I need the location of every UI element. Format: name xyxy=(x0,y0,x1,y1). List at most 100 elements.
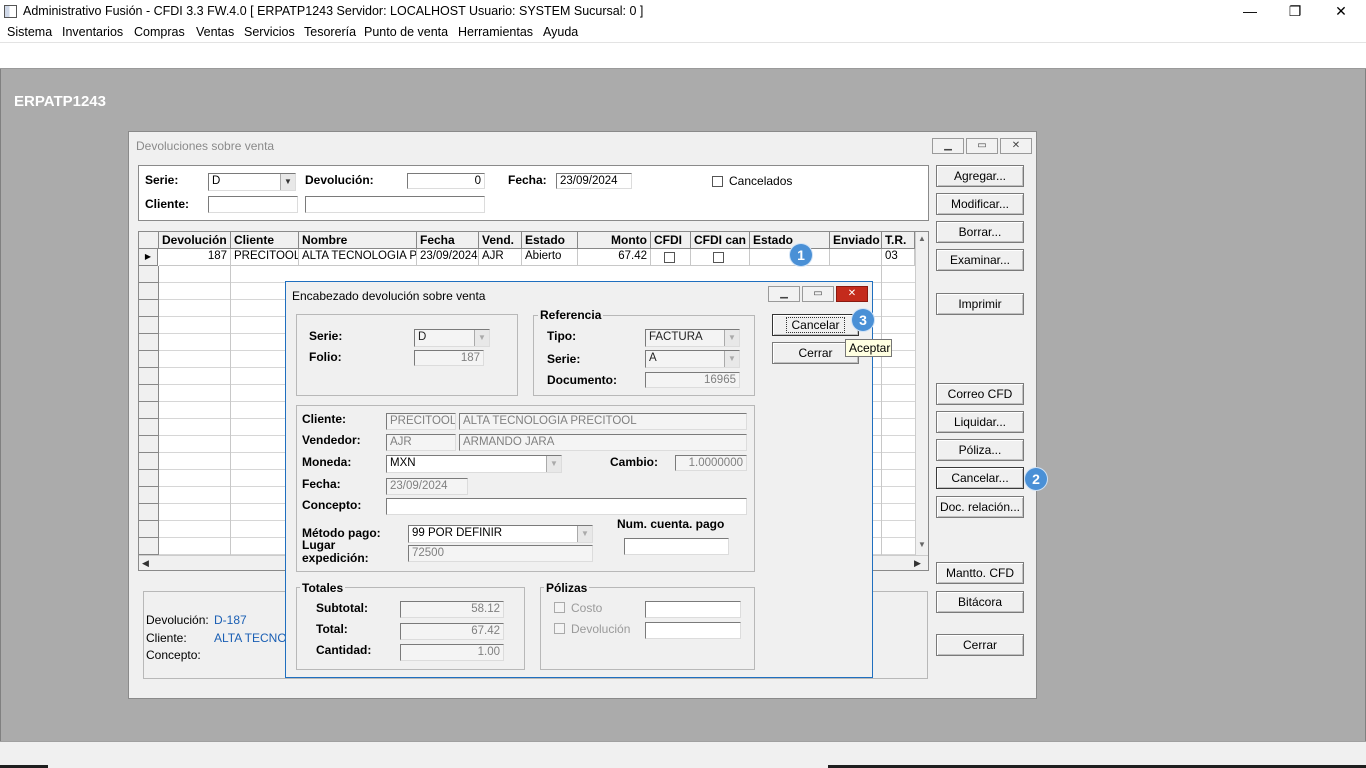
encabezado-maximize-button[interactable]: ▭ xyxy=(802,286,834,302)
cfdi-checkbox[interactable] xyxy=(664,252,675,263)
cliente-code-input[interactable] xyxy=(208,196,298,213)
menu-punto-de-venta[interactable]: Punto de venta xyxy=(364,25,448,39)
costo-label: Costo xyxy=(571,601,603,615)
col-header-devolucion[interactable]: Devolución xyxy=(159,232,231,249)
cell-estado[interactable]: Abierto xyxy=(522,249,578,266)
maximize-button[interactable]: ❐ xyxy=(1272,0,1318,22)
enc-metodo-combo[interactable]: 99 POR DEFINIR ▼ xyxy=(408,525,593,543)
cancelar-devolucion-button[interactable]: Cancelar... xyxy=(936,467,1024,489)
enc-cliente-label: Cliente: xyxy=(302,412,347,426)
devolucion-poliza-label: Devolución xyxy=(571,622,631,636)
devolucion-input[interactable]: 0 xyxy=(407,173,485,189)
cliente-label: Cliente: xyxy=(145,197,190,211)
cliente-name-input[interactable] xyxy=(305,196,485,213)
menu-ventas[interactable]: Ventas xyxy=(196,25,234,39)
col-header-vend[interactable]: Vend. xyxy=(479,232,522,249)
chevron-down-icon[interactable]: ▼ xyxy=(546,456,561,472)
agregar-button[interactable]: Agregar... xyxy=(936,165,1024,187)
summary-cliente-label: Cliente: xyxy=(146,631,187,645)
col-header-fecha[interactable]: Fecha xyxy=(417,232,479,249)
costo-poliza-input[interactable] xyxy=(645,601,741,618)
encabezado-dialog-title: Encabezado devolución sobre venta xyxy=(292,289,486,303)
devolucion-label: Devolución: xyxy=(305,173,374,187)
enc-concepto-input[interactable] xyxy=(386,498,747,515)
menu-inventarios[interactable]: Inventarios xyxy=(62,25,123,39)
examinar-button[interactable]: Examinar... xyxy=(936,249,1024,271)
encabezado-close-button[interactable]: ✕ xyxy=(836,286,868,302)
subtotal-input: 58.12 xyxy=(400,601,504,618)
modificar-button[interactable]: Modificar... xyxy=(936,193,1024,215)
col-header-estado[interactable]: Estado xyxy=(522,232,578,249)
summary-concepto-label: Concepto: xyxy=(146,648,201,662)
menu-herramientas[interactable]: Herramientas xyxy=(458,25,533,39)
enc-cambio-label: Cambio: xyxy=(610,455,658,469)
bitacora-button[interactable]: Bitácora xyxy=(936,591,1024,613)
toolbar-strip xyxy=(0,43,1366,69)
cancelados-checkbox[interactable] xyxy=(712,176,723,187)
col-header-cfdi[interactable]: CFDI xyxy=(651,232,691,249)
col-header-monto[interactable]: Monto xyxy=(578,232,651,249)
col-header-cliente[interactable]: Cliente xyxy=(231,232,299,249)
cell-fecha[interactable]: 23/09/2024 xyxy=(417,249,479,266)
company-label: ERPATP1243 xyxy=(14,93,106,110)
encabezado-minimize-button[interactable]: ▁ xyxy=(768,286,800,302)
devoluciones-close-button[interactable]: ✕ xyxy=(1000,138,1032,154)
poliza-button[interactable]: Póliza... xyxy=(936,439,1024,461)
cell-devolucion[interactable]: 187 xyxy=(159,249,231,266)
cell-cfdi-can[interactable] xyxy=(691,249,750,266)
enc-serie-label: Serie: xyxy=(309,329,343,343)
chevron-down-icon[interactable]: ▼ xyxy=(280,174,295,190)
cell-nombre[interactable]: ALTA TECNOLOGIA PRECITOOL xyxy=(299,249,417,266)
enc-cliente-name: ALTA TECNOLOGIA PRECITOOL xyxy=(459,413,747,430)
fecha-input[interactable]: 23/09/2024 xyxy=(556,173,632,189)
cell-vend[interactable]: AJR xyxy=(479,249,522,266)
liquidar-button[interactable]: Liquidar... xyxy=(936,411,1024,433)
chevron-down-icon: ▼ xyxy=(724,330,739,346)
col-header-enviado[interactable]: Enviado xyxy=(830,232,882,249)
fecha-label: Fecha: xyxy=(508,173,547,187)
menu-servicios[interactable]: Servicios xyxy=(244,25,295,39)
menu-bar: Sistema Inventarios Compras Ventas Servi… xyxy=(0,23,1366,43)
cell-tr[interactable]: 03 xyxy=(882,249,915,266)
minimize-button[interactable]: — xyxy=(1227,0,1273,22)
menu-ayuda[interactable]: Ayuda xyxy=(543,25,578,39)
cfdi-can-checkbox[interactable] xyxy=(713,252,724,263)
scroll-right-icon[interactable]: ▶ xyxy=(914,558,921,569)
devolucion-poliza-input[interactable] xyxy=(645,622,741,639)
doc-relacion-button[interactable]: Doc. relación... xyxy=(936,496,1024,518)
mantto-cfd-button[interactable]: Mantto. CFD xyxy=(936,562,1024,584)
scroll-down-icon[interactable]: ▼ xyxy=(918,540,926,549)
cell-cfdi[interactable] xyxy=(651,249,691,266)
close-button[interactable]: ✕ xyxy=(1318,0,1364,22)
chevron-down-icon[interactable]: ▼ xyxy=(577,526,592,542)
borrar-button[interactable]: Borrar... xyxy=(936,221,1024,243)
menu-tesoreria[interactable]: Tesorería xyxy=(304,25,356,39)
menu-compras[interactable]: Compras xyxy=(134,25,185,39)
serie-combo[interactable]: D ▼ xyxy=(208,173,296,191)
enc-moneda-combo[interactable]: MXN ▼ xyxy=(386,455,562,473)
referencia-title: Referencia xyxy=(538,308,604,322)
title-bar: Administrativo Fusión - CFDI 3.3 FW.4.0 … xyxy=(0,0,1366,23)
row-selector-current[interactable]: ▶ xyxy=(139,249,158,266)
vertical-scrollbar[interactable]: ▲ ▼ xyxy=(915,232,928,555)
imprimir-button[interactable]: Imprimir xyxy=(936,293,1024,315)
devoluciones-minimize-button[interactable]: ▁ xyxy=(932,138,964,154)
col-header-estado-cfdi[interactable]: Estado xyxy=(750,232,830,249)
scroll-left-icon[interactable]: ◀ xyxy=(142,558,149,569)
cell-enviado[interactable] xyxy=(830,249,882,266)
devoluciones-maximize-button[interactable]: ▭ xyxy=(966,138,998,154)
menu-sistema[interactable]: Sistema xyxy=(7,25,52,39)
scroll-up-icon[interactable]: ▲ xyxy=(918,234,926,243)
grid-col-line xyxy=(881,249,882,556)
subtotal-label: Subtotal: xyxy=(316,601,368,615)
step-badge-2: 2 xyxy=(1025,468,1047,490)
enc-num-cuenta-input[interactable] xyxy=(624,538,729,555)
cerrar-devoluciones-button[interactable]: Cerrar xyxy=(936,634,1024,656)
cell-cliente[interactable]: PRECITOOL2 xyxy=(231,249,299,266)
cell-monto[interactable]: 67.42 xyxy=(578,249,651,266)
correo-cfd-button[interactable]: Correo CFD xyxy=(936,383,1024,405)
col-header-tr[interactable]: T.R. xyxy=(882,232,915,249)
col-header-cfdi-can[interactable]: CFDI can xyxy=(691,232,750,249)
col-header-nombre[interactable]: Nombre xyxy=(299,232,417,249)
enc-cancelar-button[interactable]: Cancelar xyxy=(772,314,859,336)
